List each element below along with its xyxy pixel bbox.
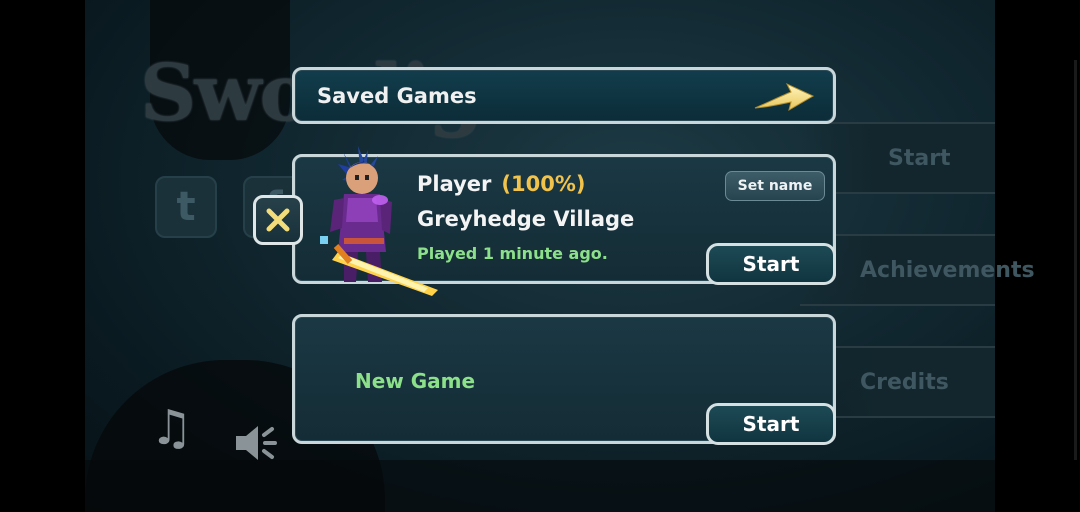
delete-save-button[interactable]	[253, 195, 303, 245]
set-name-button[interactable]: Set name	[725, 171, 825, 201]
hero-avatar	[320, 146, 438, 296]
scrollbar	[1074, 60, 1077, 460]
saved-games-title: Saved Games	[317, 84, 477, 108]
twitter-icon[interactable]: t	[155, 176, 217, 238]
new-game-label: New Game	[355, 369, 476, 393]
start-saved-game-button[interactable]: Start	[706, 243, 836, 285]
speaker-icon[interactable]	[232, 418, 282, 468]
save-location: Greyhedge Village	[417, 207, 635, 231]
music-icon[interactable]: ♫	[150, 400, 193, 456]
start-new-game-button[interactable]: Start	[706, 403, 836, 445]
close-icon	[266, 208, 290, 232]
progress-percent: (100%)	[501, 172, 586, 196]
saved-games-header[interactable]: Saved Games	[292, 67, 836, 124]
system-strip	[995, 0, 1080, 512]
arrow-right-icon[interactable]	[753, 82, 815, 112]
ground-silhouette	[85, 460, 995, 512]
